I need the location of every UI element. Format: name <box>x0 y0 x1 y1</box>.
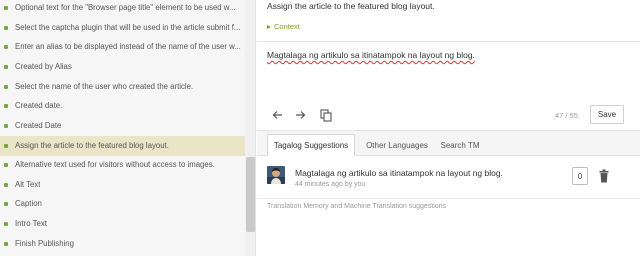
list-item-label: Enter an alias to be displayed instead o… <box>15 42 241 52</box>
list-item-label: Finish Publishing <box>15 239 74 249</box>
status-dot-icon <box>4 5 8 10</box>
delete-suggestion-button[interactable] <box>599 169 609 183</box>
status-dot-icon <box>4 123 8 128</box>
tab-tagalog-suggestions[interactable]: Tagalog Suggestions <box>267 134 355 156</box>
arrow-right-icon <box>295 111 305 119</box>
status-dot-icon <box>4 143 8 148</box>
character-counter: 47 / 55 <box>555 111 578 120</box>
context-label: Context <box>274 22 300 31</box>
list-item-label: Optional text for the "Browser page titl… <box>15 3 236 13</box>
list-item[interactable]: Created date. <box>0 96 245 116</box>
status-dot-icon <box>4 103 8 108</box>
list-scrollbar-thumb[interactable] <box>246 157 255 232</box>
translation-editor[interactable]: Magtalaga ng artikulo sa itinatampok na … <box>267 50 632 90</box>
suggestion-meta: 44 minutes ago by you <box>295 181 366 188</box>
status-dot-icon <box>4 221 8 226</box>
string-list: Optional text for the "Browser page titl… <box>0 0 256 256</box>
list-item[interactable]: Alt Text <box>0 175 245 195</box>
list-item-label: Created date. <box>15 101 63 111</box>
list-item[interactable]: Select the captcha plugin that will be u… <box>0 18 245 38</box>
list-item[interactable]: Finish Publishing <box>0 234 245 254</box>
status-dot-icon <box>4 44 8 49</box>
status-dot-icon <box>4 201 8 206</box>
status-dot-icon <box>4 84 8 89</box>
tab-search-tm[interactable]: Search TM <box>437 134 483 156</box>
status-dot-icon <box>4 64 8 69</box>
status-dot-icon <box>4 241 8 246</box>
previous-button[interactable] <box>269 108 285 122</box>
list-item-label: Select the captcha plugin that will be u… <box>15 23 241 33</box>
list-item-label: Intro Text <box>15 219 47 229</box>
list-item[interactable]: Caption <box>0 194 245 214</box>
suggestion-text: Magtalaga ng artikulo sa itinatampok na … <box>295 168 503 178</box>
status-dot-icon <box>4 182 8 187</box>
list-item-label: Created by Alias <box>15 62 72 72</box>
suggestions-footer-note: Translation Memory and Machine Translati… <box>267 203 447 210</box>
suggestion-count-badge[interactable]: 0 <box>572 167 588 185</box>
save-button[interactable]: Save <box>590 105 624 124</box>
list-item[interactable]: Optional text for the "Browser page titl… <box>0 0 245 18</box>
divider <box>257 198 640 199</box>
arrow-left-icon <box>272 111 282 119</box>
context-toggle[interactable]: Context <box>267 22 300 31</box>
list-item-label: Alt Text <box>15 180 41 190</box>
suggestions-tabs: Tagalog Suggestions Other Languages Sear… <box>257 131 640 156</box>
list-item-active[interactable]: Assign the article to the featured blog … <box>0 136 245 156</box>
list-item[interactable]: Select the name of the user who created … <box>0 77 245 97</box>
copy-source-button[interactable] <box>318 108 334 122</box>
user-photo-icon <box>267 166 285 184</box>
status-dot-icon <box>4 162 8 167</box>
list-item-label: Assign the article to the featured blog … <box>15 141 169 151</box>
list-item-label: Select the name of the user who created … <box>15 82 194 92</box>
list-item-label: Alternative text used for visitors witho… <box>15 160 215 170</box>
caret-right-icon <box>267 24 271 29</box>
tab-other-languages[interactable]: Other Languages <box>357 134 437 156</box>
list-item[interactable]: Created by Alias <box>0 57 245 77</box>
avatar <box>267 166 285 184</box>
divider <box>257 41 640 42</box>
translation-text: Magtalaga ng artikulo sa itinatampok na … <box>267 50 475 60</box>
list-item[interactable]: Alternative text used for visitors witho… <box>0 155 245 175</box>
list-item-label: Created Date <box>15 121 62 131</box>
source-string: Assign the article to the featured blog … <box>267 1 435 11</box>
status-dot-icon <box>4 25 8 30</box>
translation-panel: Assign the article to the featured blog … <box>257 0 640 256</box>
list-item-label: Caption <box>15 199 42 209</box>
list-item[interactable]: Created Date <box>0 116 245 136</box>
list-item[interactable]: Enter an alias to be displayed instead o… <box>0 37 245 57</box>
trash-icon <box>599 169 609 183</box>
list-item[interactable]: Intro Text <box>0 214 245 234</box>
copy-icon <box>320 108 332 122</box>
next-button[interactable] <box>292 108 308 122</box>
